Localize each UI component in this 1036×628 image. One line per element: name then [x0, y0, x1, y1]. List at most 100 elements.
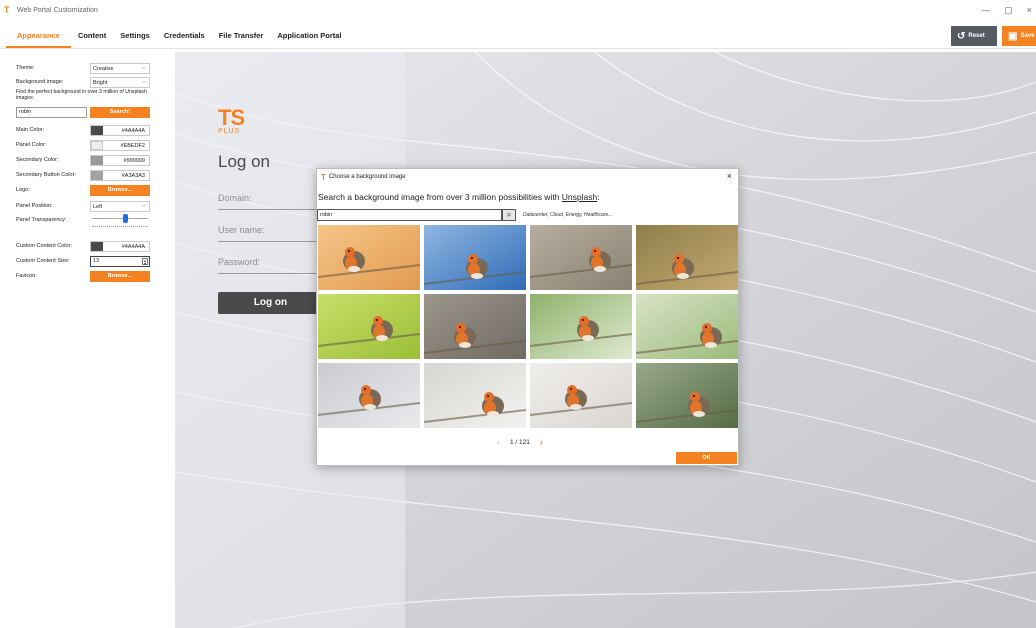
- robin-image-thumbnail[interactable]: [424, 225, 526, 290]
- robin-image-thumbnail[interactable]: [318, 363, 420, 428]
- reset-icon: ↺: [957, 30, 966, 42]
- main-color-row: Main Color:: [16, 124, 90, 136]
- secondary-button-color-row: Secondary Button Color:: [16, 169, 90, 181]
- window-controls: — ▢ ×: [981, 0, 1036, 20]
- reset-label: Reset: [968, 33, 985, 39]
- tab-application-portal[interactable]: Application Portal: [270, 22, 348, 48]
- custom-content-size-stepper[interactable]: 13 ▴ ▾: [90, 256, 150, 267]
- window-title: Web Portal Customization: [17, 6, 98, 14]
- chevron-down-icon: ⌵: [141, 65, 146, 71]
- logo-row: Logo:: [16, 184, 90, 196]
- tab-content[interactable]: Content: [71, 22, 113, 48]
- tab-divider: [0, 48, 1036, 49]
- secondary-color-picker[interactable]: #999999: [90, 155, 150, 166]
- chevron-down-icon: ⌵: [141, 203, 146, 209]
- favicon-row: Favicon:: [16, 270, 90, 282]
- logo-sub-text: PLUS: [218, 128, 241, 135]
- theme-label: Theme:: [16, 65, 35, 71]
- robin-image-thumbnail[interactable]: [636, 363, 738, 428]
- custom-content-color-value: #4A4A4A: [121, 243, 145, 250]
- ok-button[interactable]: OK: [676, 452, 737, 464]
- slider-ticks: [92, 226, 148, 228]
- page-indicator: 1 / 121: [510, 438, 530, 446]
- prev-page-button[interactable]: ‹: [497, 437, 500, 447]
- panel-color-value: #EBEDF2: [120, 142, 145, 149]
- unsplash-help-text: Find the perfect background in over 3 mi…: [16, 89, 147, 102]
- settings-panel: Theme: Creative ⌵ Background image: Brig…: [0, 52, 175, 628]
- favicon-browse-button[interactable]: Browse...: [90, 271, 150, 282]
- dialog-title-bar: T Choose a background image: [317, 169, 738, 185]
- panel-transparency-label: Panel Transparency:: [16, 217, 67, 223]
- tsplus-app-icon: T: [4, 4, 10, 15]
- robin-image-thumbnail[interactable]: [636, 294, 738, 359]
- custom-content-size-value: 13: [93, 258, 100, 264]
- unsplash-link[interactable]: Unsplash: [562, 192, 597, 202]
- robin-image-thumbnail[interactable]: [530, 294, 632, 359]
- bg-image-row: Background image:: [16, 76, 90, 88]
- search-icon[interactable]: ⌕: [502, 209, 516, 221]
- secondary-button-color-picker[interactable]: #A3A3A3: [90, 170, 150, 181]
- tsplus-logo: TS PLUS: [218, 107, 245, 136]
- tab-file-transfer[interactable]: File Transfer: [212, 22, 271, 48]
- panel-color-row: Panel Color:: [16, 139, 90, 151]
- robin-image-thumbnail[interactable]: [530, 363, 632, 428]
- tab-appearance[interactable]: Appearance: [6, 22, 71, 48]
- secondary-button-color-value: #A3A3A3: [121, 172, 145, 179]
- reset-button[interactable]: ↺ Reset: [951, 26, 997, 46]
- save-button[interactable]: ▣ Save: [1002, 26, 1036, 46]
- save-label: Save: [1020, 33, 1035, 39]
- main-color-picker[interactable]: #4A4A4A: [90, 125, 150, 136]
- tab-credentials[interactable]: Credentials: [157, 22, 212, 48]
- secondary-button-color-swatch: [91, 171, 103, 180]
- background-chooser-dialog: T Choose a background image × Search a b…: [316, 168, 739, 466]
- panel-transparency-slider[interactable]: [92, 218, 148, 219]
- panel-color-picker[interactable]: #EBEDF2: [90, 140, 150, 151]
- theme-select[interactable]: Creative ⌵: [90, 63, 150, 74]
- close-button[interactable]: ×: [1027, 5, 1032, 15]
- custom-content-size-row: Custom Content Size:: [16, 255, 90, 267]
- search-button[interactable]: Search!: [90, 107, 150, 118]
- secondary-color-row: Secondary Color:: [16, 154, 90, 166]
- stepper-arrows-icon[interactable]: ▴ ▾: [142, 258, 148, 266]
- tsplus-app-icon: T: [321, 172, 326, 182]
- bg-image-select[interactable]: Bright ⌵: [90, 77, 150, 88]
- robin-image-thumbnail[interactable]: [318, 225, 420, 290]
- tab-bar: Appearance Content Settings Credentials …: [0, 22, 349, 48]
- search-hint: Datacenter, Cloud, Energy, Healthcare...: [523, 212, 613, 218]
- panel-transparency-row: Panel Transparency:: [16, 214, 90, 226]
- panel-color-swatch: [91, 141, 103, 150]
- logon-button[interactable]: Log on: [218, 292, 323, 314]
- heading-suffix: :: [597, 192, 600, 202]
- minimize-button[interactable]: —: [981, 5, 990, 15]
- tab-settings[interactable]: Settings: [113, 22, 157, 48]
- custom-content-color-swatch: [91, 242, 103, 251]
- dialog-search-input[interactable]: robin: [317, 209, 502, 221]
- dialog-heading: Search a background image from over 3 mi…: [318, 192, 600, 202]
- custom-content-size-label: Custom Content Size:: [16, 258, 70, 264]
- search-input[interactable]: robin: [16, 107, 87, 118]
- panel-position-label: Panel Position:: [16, 203, 53, 209]
- next-page-button[interactable]: ›: [540, 437, 543, 447]
- robin-image-thumbnail[interactable]: [424, 294, 526, 359]
- secondary-color-label: Secondary Color:: [16, 157, 59, 163]
- panel-position-value: Left: [93, 203, 103, 210]
- logon-title: Log on: [218, 152, 270, 171]
- robin-image-thumbnail[interactable]: [636, 225, 738, 290]
- title-bar: T Web Portal Customization — ▢ ×: [0, 0, 1036, 20]
- dialog-close-button[interactable]: ×: [727, 171, 732, 181]
- robin-image-thumbnail[interactable]: [424, 363, 526, 428]
- panel-position-select[interactable]: Left ⌵: [90, 201, 150, 212]
- main-color-swatch: [91, 126, 103, 135]
- panel-color-label: Panel Color:: [16, 142, 47, 148]
- secondary-color-value: #999999: [123, 157, 145, 164]
- maximize-button[interactable]: ▢: [1004, 5, 1013, 16]
- custom-content-color-picker[interactable]: #4A4A4A: [90, 241, 150, 252]
- robin-image-thumbnail[interactable]: [318, 294, 420, 359]
- logo-label: Logo:: [16, 187, 30, 193]
- secondary-color-swatch: [91, 156, 103, 165]
- bg-image-label: Background image:: [16, 79, 64, 85]
- logo-browse-button[interactable]: Browse...: [90, 185, 150, 196]
- robin-image-thumbnail[interactable]: [530, 225, 632, 290]
- slider-thumb[interactable]: [123, 214, 129, 223]
- favicon-label: Favicon:: [16, 273, 37, 279]
